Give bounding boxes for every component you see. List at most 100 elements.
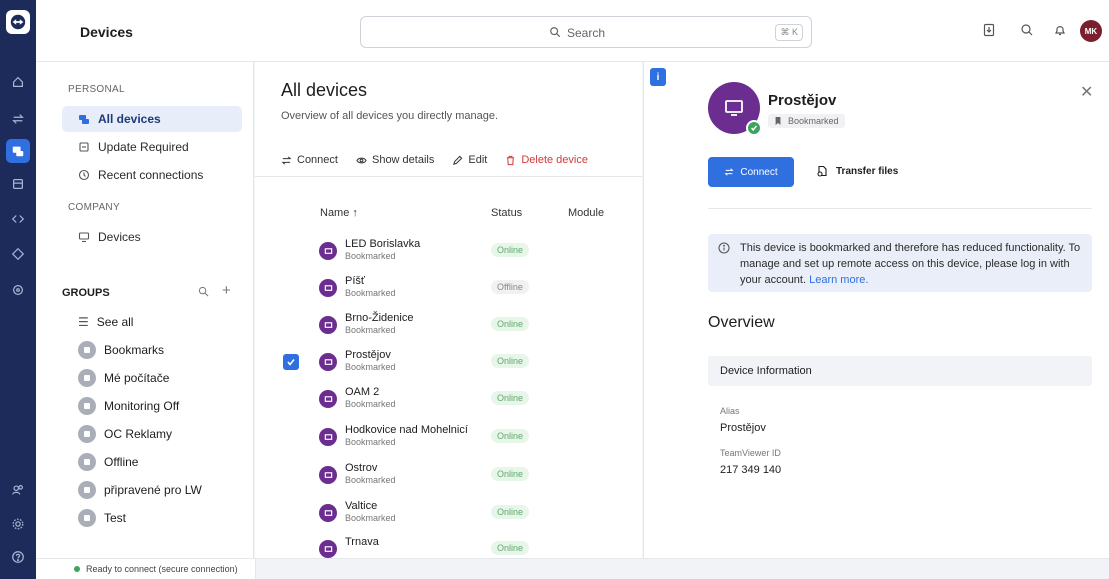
monitor-icon [319,316,337,334]
show-details-label: Show details [371,154,435,166]
online-check-icon [746,120,762,136]
connect-action[interactable]: Connect [281,154,338,166]
file-transfer-icon [817,165,827,177]
search-groups-icon[interactable] [198,286,209,297]
group-icon [78,397,96,415]
help-icon[interactable] [6,545,30,569]
group-item[interactable]: OC Reklamy [78,424,172,444]
table-row[interactable]: Hodkovice nad Mohelnicí Bookmarked Onlin… [255,422,642,450]
monitoring-icon[interactable] [6,278,30,302]
checkmark-icon [287,359,295,366]
sessions-icon[interactable] [6,172,30,196]
table-row-selected[interactable]: Prostějov Bookmarked Online [255,347,642,375]
remote-connect-icon[interactable] [6,107,30,131]
table-row[interactable]: Píšť Bookmarked Offline [255,273,642,301]
search-input[interactable]: Search ⌘ K [360,16,812,48]
connect-label: Connect [297,154,338,166]
device-name: Valtice [345,500,378,512]
page-title: Devices [80,24,133,40]
table-row[interactable]: OAM 2 Bookmarked Online [255,384,642,412]
nav-label: Update Required [98,140,189,154]
device-information-header[interactable]: Device Information [708,356,1092,386]
list-subtitle: Overview of all devices you directly man… [281,110,499,122]
group-item[interactable]: Bookmarks [78,340,164,360]
close-icon[interactable]: ✕ [1080,82,1093,102]
info-icon[interactable]: i [650,68,666,86]
device-title: Prostějov [768,92,837,109]
nav-item-update-required[interactable]: Update Required [62,134,242,160]
devices-icon[interactable] [6,139,30,163]
device-tag: Bookmarked [345,325,396,335]
group-item[interactable]: Test [78,508,126,528]
group-label: Test [104,511,127,525]
group-item[interactable]: Mé počítače [78,368,169,388]
group-label: připravené pro LW [104,483,202,497]
delete-device-action[interactable]: Delete device [505,154,588,166]
table-row[interactable]: Ostrov Bookmarked Online [255,460,642,488]
search-shortcut: ⌘ K [775,24,803,41]
transfer-label: Transfer files [836,165,899,177]
list-title: All devices [281,80,368,100]
status-badge: Online [491,505,530,519]
column-header-status[interactable]: Status [491,207,522,219]
nav-item-company-devices[interactable]: Devices [62,224,242,250]
badge-label: Bookmarked [788,116,839,126]
nav-item-all-devices[interactable]: All devices [62,106,242,132]
device-name: Trnava [345,536,379,548]
edit-action[interactable]: Edit [452,154,487,166]
monitor-icon [319,242,337,260]
code-icon[interactable] [6,207,30,231]
group-item[interactable]: Offline [78,452,138,472]
column-header-name[interactable]: Name ↑ [320,207,358,219]
detail-divider [708,208,1092,209]
users-icon[interactable] [6,478,30,502]
tag-icon[interactable] [6,242,30,266]
info-circle-icon [718,242,730,254]
overview-heading: Overview [708,314,775,331]
settings-icon[interactable] [6,512,30,536]
row-checkbox[interactable] [283,354,299,370]
list-icon: ☰ [78,315,89,329]
notifications-bell-icon[interactable] [1053,23,1067,37]
column-header-module[interactable]: Module [568,207,604,219]
group-icon [78,481,96,499]
chat-icon[interactable] [1020,23,1034,37]
nav-label: Recent connections [98,168,204,182]
table-row[interactable]: Brno-Židenice Bookmarked Online [255,310,642,338]
teamviewer-logo-icon[interactable] [6,10,30,34]
device-tag: Bookmarked [345,251,396,261]
monitor-icon [319,353,337,371]
download-icon[interactable] [982,23,996,37]
bookmarked-badge: Bookmarked [768,114,845,128]
table-row[interactable]: LED Borislavka Bookmarked Online [255,236,642,264]
app-rail [0,0,36,579]
monitor-icon [319,428,337,446]
add-group-button[interactable]: + [222,282,231,299]
device-detail-panel: i ✕ Prostějov Bookmarked Connect Transfe… [643,62,1109,558]
transfer-files-button[interactable]: Transfer files [816,165,898,177]
nav-item-recent-connections[interactable]: Recent connections [62,162,242,188]
teamviewer-id-label: TeamViewer ID [720,448,781,458]
group-icon [78,509,96,527]
bookmark-icon [775,117,781,125]
learn-more-link[interactable]: Learn more. [809,274,868,286]
group-label: Monitoring Off [104,399,180,413]
device-tag: Bookmarked [345,288,396,298]
see-all-groups[interactable]: ☰ See all [78,312,133,332]
group-icon [78,369,96,387]
group-item[interactable]: Monitoring Off [78,396,179,416]
eye-icon [356,157,367,163]
pencil-icon [453,155,463,165]
group-item[interactable]: připravené pro LW [78,480,202,500]
clock-icon [78,169,90,181]
show-details-action[interactable]: Show details [356,154,434,166]
home-icon[interactable] [6,70,30,94]
table-row[interactable]: Valtice Bookmarked Online [255,498,642,526]
top-bar: Devices Search ⌘ K MK [36,0,1109,62]
user-avatar[interactable]: MK [1080,20,1102,42]
connect-button[interactable]: Connect [708,157,794,187]
monitor-icon [319,540,337,558]
personal-section-label: PERSONAL [68,84,125,95]
status-badge: Online [491,541,530,555]
table-row[interactable]: Trnava Online [255,534,642,558]
